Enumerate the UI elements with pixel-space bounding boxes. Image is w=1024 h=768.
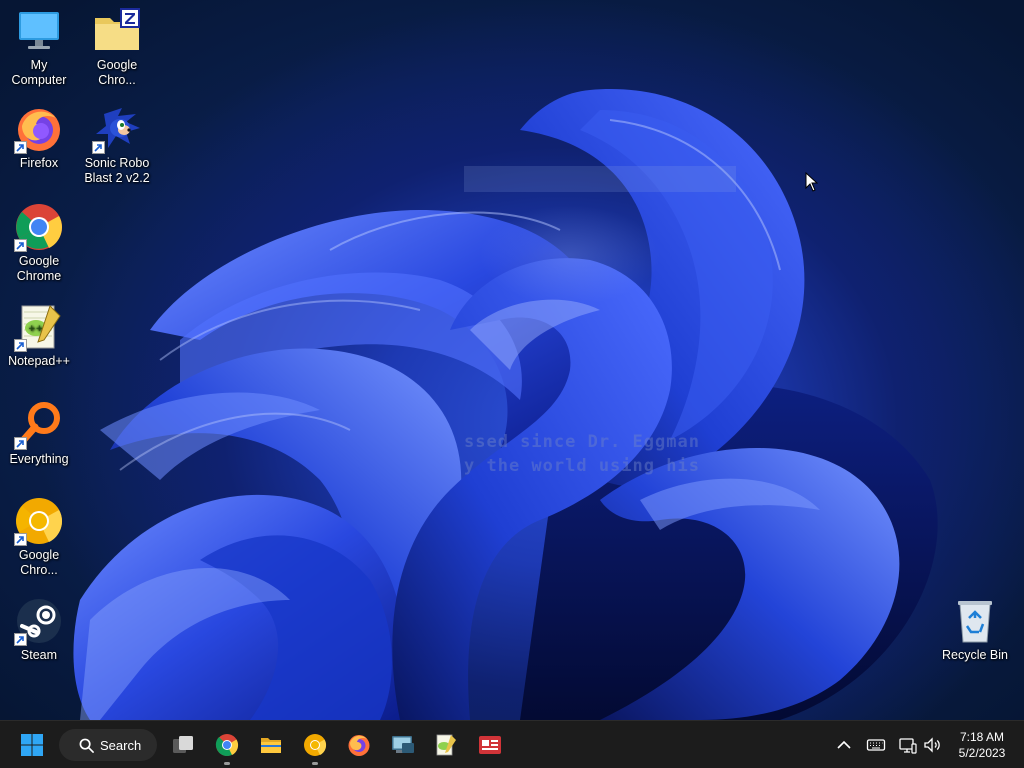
ghost-game-logo <box>470 200 670 320</box>
ghost-game-text-line-2: y the world using his <box>464 456 700 476</box>
taskbar-chrome[interactable] <box>211 729 243 765</box>
volume-button[interactable] <box>922 735 942 755</box>
desktop-icon-notepadpp[interactable]: ++ Notepad++ <box>2 302 76 369</box>
chrome-canary-icon <box>304 734 327 756</box>
taskbar-firefox[interactable] <box>343 729 375 761</box>
ghost-game-text-line-1: ssed since Dr. Eggman <box>464 432 700 452</box>
clock[interactable]: 7:18 AM 5/2/2023 <box>946 729 1018 761</box>
recycle-bin-icon <box>950 596 1000 646</box>
ghost-window-titlebar <box>464 166 736 192</box>
desktop-icon-label: Sonic Robo Blast 2 v2.2 <box>84 156 150 185</box>
search-label: Search <box>100 737 142 753</box>
network-button[interactable] <box>898 735 918 755</box>
chrome-canary-icon <box>14 496 64 546</box>
desktop-icon-label: My Computer <box>11 58 67 87</box>
desktop-icon-label: Steam <box>20 648 58 662</box>
taskbar: Search 7:18 AM 5/2/2023 <box>0 720 1024 768</box>
task-view-icon <box>173 736 193 753</box>
desktop-icon-label: Google Chrome <box>16 254 62 283</box>
steam-icon <box>14 596 64 646</box>
taskbar-task-view[interactable] <box>167 729 199 761</box>
chrome-icon <box>14 202 64 252</box>
sonic-icon <box>92 104 142 154</box>
search-button[interactable]: Search <box>59 729 157 761</box>
taskbar-news[interactable] <box>474 729 506 761</box>
taskbar-chrome-canary[interactable] <box>299 729 331 765</box>
folder-icon <box>261 738 281 753</box>
search-icon <box>79 738 94 753</box>
start-button[interactable] <box>16 729 48 761</box>
show-hidden-icons-button[interactable] <box>834 735 854 755</box>
firefox-icon <box>348 735 370 756</box>
shortcut-arrow-icon <box>14 239 27 252</box>
notepadpp-icon: ++ <box>14 302 64 352</box>
shortcut-arrow-icon <box>14 141 27 154</box>
mouse-pointer-icon <box>805 172 818 192</box>
clock-date: 5/2/2023 <box>958 746 1006 760</box>
monitor-icon <box>14 6 64 56</box>
chrome-icon <box>215 734 239 756</box>
shortcut-arrow-icon <box>14 437 27 450</box>
desktop-icon-google-chrome-canary[interactable]: Google Chro... <box>2 496 76 578</box>
keyboard-icon <box>866 739 886 751</box>
desktop-icon-label: Recycle Bin <box>942 648 1008 662</box>
desktop-icon-label: Notepad++ <box>8 354 70 368</box>
clock-time: 7:18 AM <box>959 730 1005 744</box>
network-icon <box>899 738 917 754</box>
search-magnifier-icon <box>14 400 64 450</box>
taskbar-notepadpp[interactable] <box>430 729 462 761</box>
chevron-up-icon <box>837 740 851 749</box>
desktop[interactable]: ssed since Dr. Eggman y the world using … <box>0 0 1024 720</box>
running-indicator <box>312 762 318 765</box>
shortcut-arrow-icon <box>14 533 27 546</box>
desktop-icon-sonic-robo-blast[interactable]: Sonic Robo Blast 2 v2.2 <box>80 104 154 186</box>
desktop-icon-label: Everything <box>9 452 69 466</box>
running-indicator <box>224 762 230 765</box>
firefox-icon <box>14 104 64 154</box>
shortcut-arrow-icon <box>14 633 27 646</box>
desktop-icon-steam[interactable]: Steam <box>2 596 76 663</box>
desktop-icon-label: Google Chro... <box>96 58 138 87</box>
remote-desktop-icon <box>392 736 414 753</box>
desktop-icon-label: Google Chro... <box>18 548 60 577</box>
zip-folder-icon <box>92 6 142 56</box>
shortcut-arrow-icon <box>92 141 105 154</box>
desktop-icon-recycle-bin[interactable]: Recycle Bin <box>938 596 1012 663</box>
desktop-icon-google-chro-zip[interactable]: Google Chro... <box>80 6 154 88</box>
desktop-icon-everything[interactable]: Everything <box>2 400 76 467</box>
taskbar-remote-desktop[interactable] <box>387 729 419 761</box>
desktop-icon-firefox[interactable]: Firefox <box>2 104 76 171</box>
windows-logo-icon <box>21 734 43 756</box>
desktop-icon-my-computer[interactable]: My Computer <box>2 6 76 88</box>
touch-keyboard-button[interactable] <box>866 735 886 755</box>
shortcut-arrow-icon <box>14 339 27 352</box>
speaker-icon <box>924 737 940 753</box>
news-icon <box>479 736 501 754</box>
desktop-icon-label: Firefox <box>19 156 59 170</box>
desktop-icon-google-chrome[interactable]: Google Chrome <box>2 202 76 284</box>
taskbar-file-explorer[interactable] <box>255 729 287 761</box>
notepadpp-icon <box>436 734 456 756</box>
